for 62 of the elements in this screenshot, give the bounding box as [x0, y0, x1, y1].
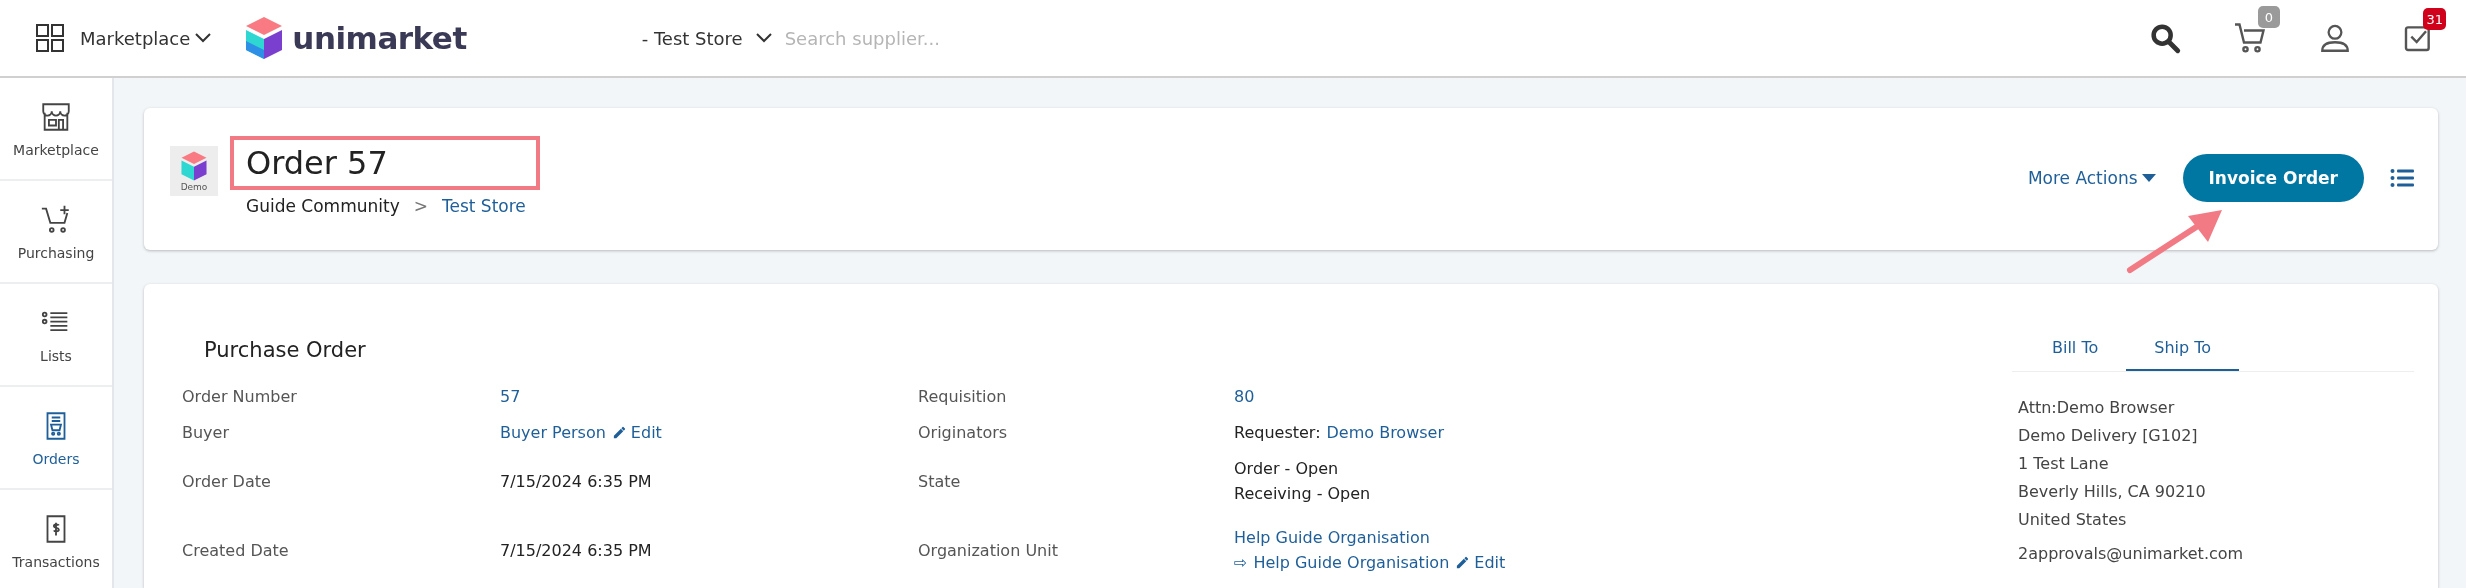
value-link[interactable]: Help Guide Organisation [1253, 553, 1450, 572]
field-value: Receiving - Open [1234, 484, 1371, 503]
page-title: Order 57 [230, 136, 540, 190]
cart-icon [2232, 20, 2268, 56]
breadcrumb-link[interactable]: Test Store [441, 196, 526, 216]
field-label: State [918, 471, 962, 491]
email-address: 2approvals@unimarket.com [2018, 543, 2245, 565]
chevron-down-icon[interactable] [194, 32, 213, 44]
address-line: United States [2018, 509, 2128, 531]
value-link[interactable]: 57 [500, 386, 521, 406]
section-heading: Purchase Order [204, 338, 367, 362]
more-actions-dropdown[interactable]: More Actions [2027, 168, 2157, 188]
field-label: Order Number [182, 386, 298, 406]
field-label: Organization Unit [918, 540, 1059, 560]
edit-link[interactable]: Edit [611, 422, 662, 442]
logo-cube-icon [179, 150, 209, 182]
search-icon [2148, 21, 2182, 55]
search-button[interactable] [2148, 21, 2182, 55]
edit-link[interactable]: Edit [1455, 553, 1506, 572]
brand-name: unimarket [292, 20, 467, 56]
field-label: Buyer [182, 422, 230, 442]
marketplace-menu[interactable]: Marketplace [80, 27, 191, 49]
pencil-icon [1455, 555, 1471, 570]
sidebar-item[interactable]: Marketplace [0, 78, 112, 181]
field-label: Created Date [182, 540, 290, 560]
pencil-icon [611, 424, 627, 440]
cart-button[interactable] [2232, 20, 2268, 56]
task-count-badge: 31 [2423, 8, 2446, 30]
address-line: 1 Test Lane [2018, 453, 2110, 475]
brand-logo-icon [244, 15, 285, 61]
field-value: 7/15/2024 6:35 PM [500, 540, 652, 560]
field-value: Requester: [1234, 422, 1321, 442]
sidebar-item[interactable]: Transactions [0, 490, 112, 588]
caret-icon [2140, 173, 2157, 183]
address-line: Beverly Hills, CA 90210 [2018, 481, 2207, 503]
address-line: Demo Delivery [G102] [2018, 425, 2199, 447]
list-view-icon[interactable] [2390, 168, 2414, 188]
breadcrumb-text: Guide Community [246, 196, 400, 216]
value-link[interactable]: Buyer Person [500, 422, 606, 442]
grid-menu-icon[interactable] [36, 24, 64, 52]
value-link[interactable]: Demo Browser [1326, 422, 1444, 442]
search-field[interactable]: Search supplier... [782, 26, 1083, 50]
address-tab[interactable]: Bill To [2024, 338, 2127, 371]
field-value: 7/15/2024 6:35 PM [500, 471, 652, 491]
value-link[interactable]: Help Guide Organisation [1234, 528, 1430, 547]
sidebar-item[interactable]: Orders [0, 387, 112, 490]
sidebar-item[interactable]: Purchasing [0, 181, 112, 284]
value-link[interactable]: ⇨ [1234, 553, 1248, 572]
address-tab[interactable]: Ship To [2126, 338, 2240, 371]
logo-caption: Demo [180, 182, 208, 192]
field-label: Requisition [918, 386, 1008, 406]
field-value: Order - Open [1234, 459, 1339, 478]
field-label: Order Date [182, 471, 272, 491]
address-line: Attn:Demo Browser [2018, 397, 2176, 419]
breadcrumb-separator: > [413, 196, 428, 216]
store-selector[interactable]: - Test Store [641, 27, 743, 49]
chevron-down-icon[interactable] [754, 32, 773, 44]
invoice-order-button[interactable]: Invoice Order [2182, 154, 2364, 202]
field-label: Originators [918, 422, 1009, 442]
value-link[interactable]: 80 [1234, 386, 1255, 406]
sidebar-item[interactable]: Lists [0, 284, 112, 387]
cart-count-badge: 0 [2258, 6, 2280, 28]
